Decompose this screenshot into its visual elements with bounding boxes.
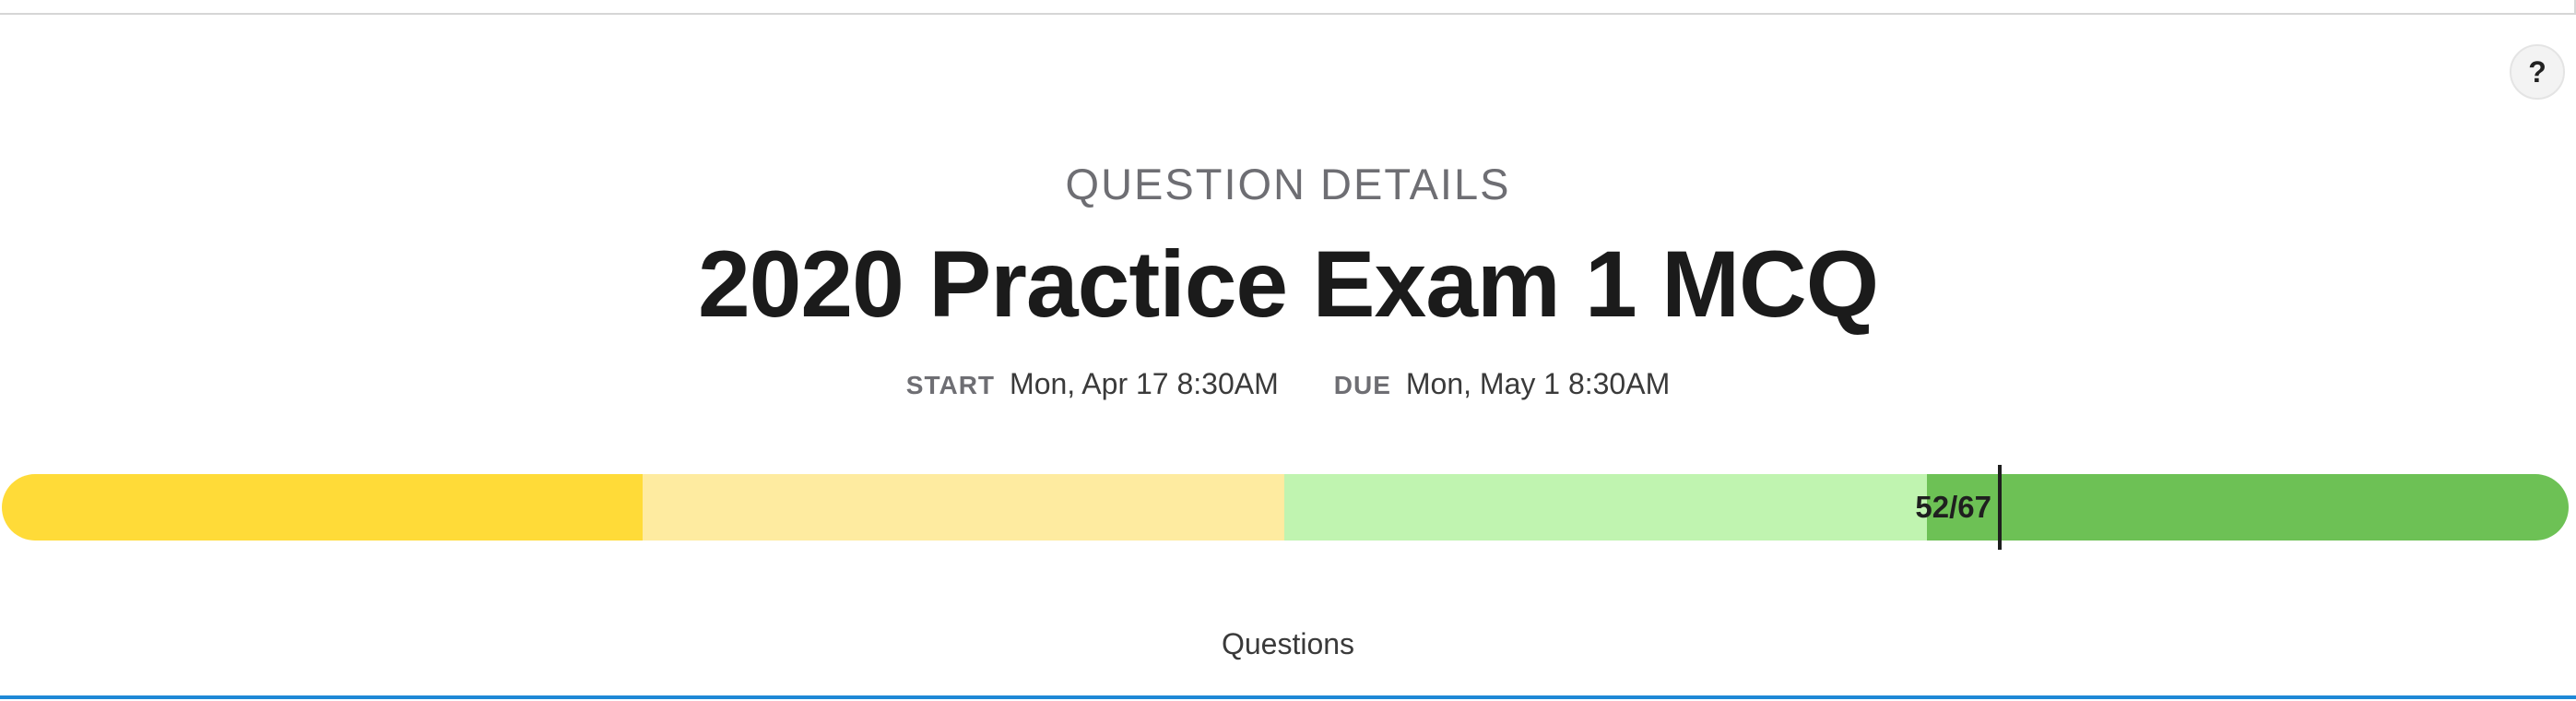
progress-bar [2, 474, 2569, 541]
progress-segment-2 [643, 474, 1284, 541]
due-date-label: DUE [1333, 371, 1391, 399]
top-divider [0, 13, 2576, 15]
due-date: DUE Mon, May 1 8:30AM [1334, 367, 1670, 401]
page-title: 2020 Practice Exam 1 MCQ [697, 232, 1879, 337]
progress-label: 52/67 [1915, 490, 1991, 524]
start-date: START Mon, Apr 17 8:30AM [906, 367, 1279, 401]
progress-segment-1 [2, 474, 643, 541]
progress-marker [1998, 465, 2002, 550]
start-date-label: START [905, 371, 996, 399]
progress-segment-3 [1284, 474, 1927, 541]
section-label: QUESTION DETAILS [1065, 160, 1511, 208]
help-icon: ? [2528, 54, 2546, 89]
tab-questions-underline [0, 695, 2576, 699]
question-details-page: ? QUESTION DETAILS 2020 Practice Exam 1 … [0, 0, 2576, 701]
start-date-value: Mon, Apr 17 8:30AM [1010, 367, 1279, 400]
help-button[interactable]: ? [2510, 44, 2565, 100]
tab-questions[interactable]: Questions [0, 627, 2576, 661]
progress-segment-4 [1927, 474, 2569, 541]
due-date-value: Mon, May 1 8:30AM [1405, 367, 1671, 400]
schedule-dates: START Mon, Apr 17 8:30AM DUE Mon, May 1 … [0, 367, 2576, 401]
